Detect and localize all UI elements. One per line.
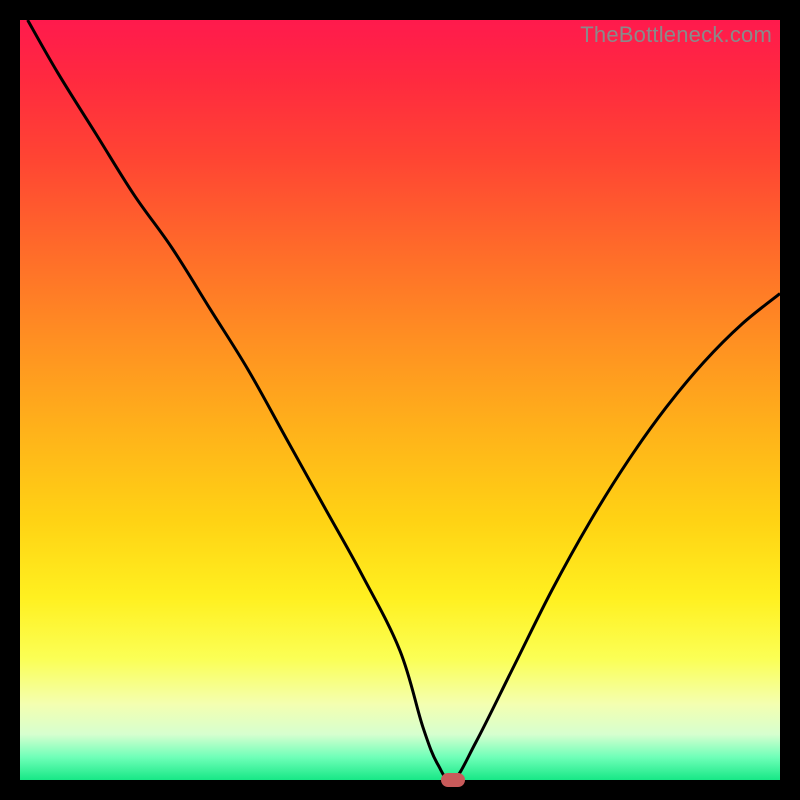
optimum-marker [441,773,465,787]
curve-path [28,20,780,781]
plot-area: TheBottleneck.com [20,20,780,780]
bottleneck-curve [20,20,780,780]
chart-frame: TheBottleneck.com [0,0,800,800]
